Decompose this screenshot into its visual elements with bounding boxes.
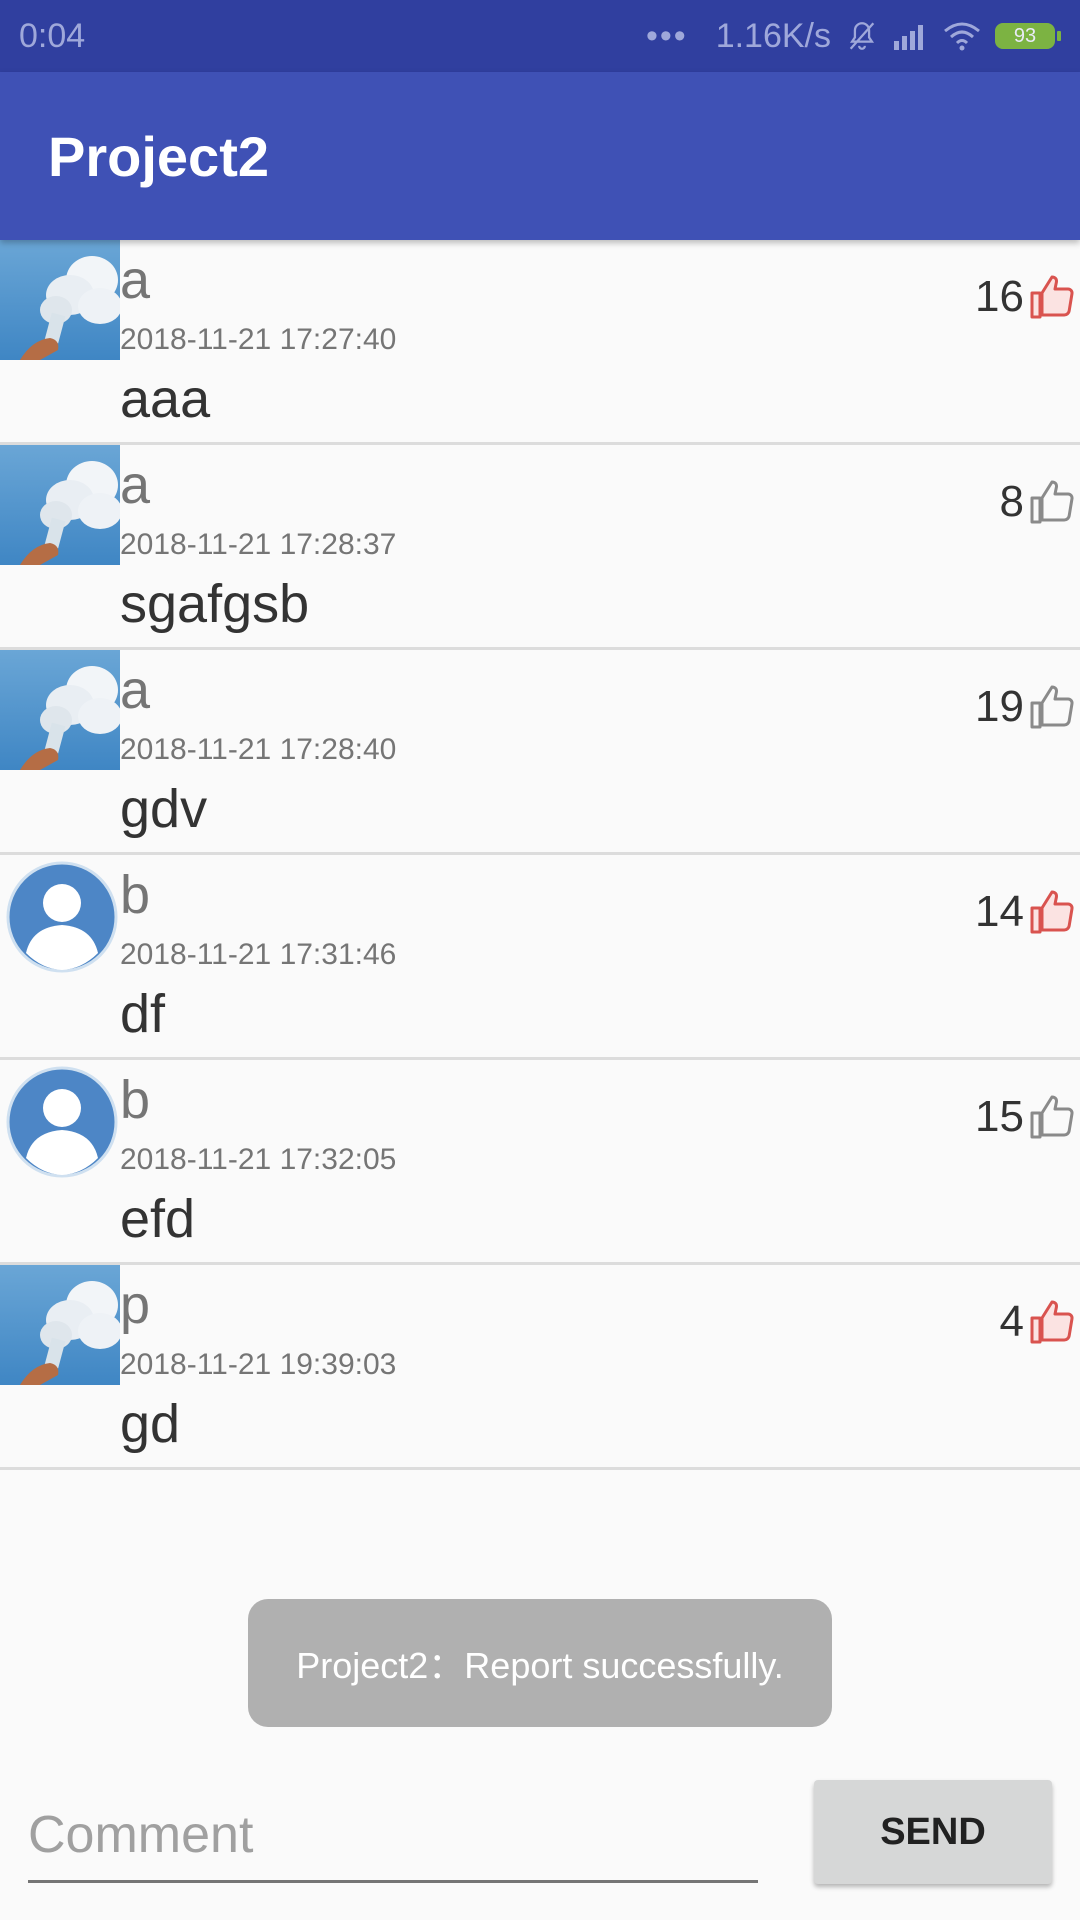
send-button[interactable]: SEND	[814, 1780, 1052, 1884]
wifi-icon	[943, 21, 981, 51]
avatar[interactable]	[0, 650, 120, 770]
app-bar: Project2	[0, 72, 1080, 240]
comment-timestamp: 2018-11-21 17:28:40	[120, 733, 397, 766]
status-time: 0:04	[19, 16, 86, 55]
status-icons: ••• 1.16K/s 93	[646, 17, 1061, 56]
battery-icon: 93	[995, 23, 1061, 49]
comment-text: gd	[120, 1394, 181, 1454]
signal-icon	[893, 21, 929, 51]
like-control[interactable]: 16	[975, 272, 1076, 322]
comment-text: gdv	[120, 779, 208, 839]
like-count: 19	[975, 682, 1024, 731]
comment-text: sgafgsb	[120, 574, 310, 634]
comment-timestamp: 2018-11-21 17:31:46	[120, 938, 397, 971]
avatar[interactable]	[0, 1060, 120, 1180]
mute-bell-icon	[845, 19, 879, 53]
thumbs-up-outline-icon[interactable]	[1028, 683, 1076, 731]
comment-timestamp: 2018-11-21 17:27:40	[120, 323, 397, 356]
comment-user: a	[120, 455, 151, 515]
toast-message: Project2：Report successfully.	[248, 1599, 832, 1727]
like-count: 4	[999, 1297, 1024, 1346]
like-control[interactable]: 19	[975, 682, 1076, 732]
status-bar: 0:04 ••• 1.16K/s 93	[0, 0, 1080, 72]
comment-timestamp: 2018-11-21 19:39:03	[120, 1348, 397, 1381]
comment-user: p	[120, 1275, 151, 1335]
thumbs-up-outline-icon[interactable]	[1028, 1093, 1076, 1141]
comment-user: b	[120, 1070, 151, 1130]
like-count: 8	[999, 477, 1024, 526]
comment-item[interactable]: a 2018-11-21 17:28:37 sgafgsb 8	[0, 445, 1080, 650]
like-control[interactable]: 8	[1000, 477, 1076, 527]
like-control[interactable]: 14	[975, 887, 1076, 937]
avatar[interactable]	[0, 240, 120, 360]
avatar[interactable]	[0, 445, 120, 565]
comment-item[interactable]: p 2018-11-21 19:39:03 gd 4	[0, 1265, 1080, 1470]
app-title: Project2	[48, 124, 269, 188]
like-count: 16	[975, 272, 1024, 321]
comment-text: df	[120, 984, 166, 1044]
battery-level: 93	[995, 23, 1055, 49]
thumbs-up-filled-icon[interactable]	[1028, 273, 1076, 321]
comment-text: aaa	[120, 369, 211, 429]
avatar[interactable]	[0, 1265, 120, 1385]
comment-text: efd	[120, 1189, 196, 1249]
comment-user: a	[120, 660, 151, 720]
more-dots: •••	[645, 16, 688, 55]
network-speed: 1.16K/s	[715, 16, 831, 55]
thumbs-up-filled-icon[interactable]	[1028, 888, 1076, 936]
comment-user: a	[120, 250, 151, 310]
comment-user: b	[120, 865, 151, 925]
like-control[interactable]: 4	[1000, 1297, 1076, 1347]
comment-list: a 2018-11-21 17:27:40 aaa 16 a 2018-11-21 17:…	[0, 240, 1080, 1470]
like-count: 15	[975, 1092, 1024, 1141]
like-count: 14	[975, 887, 1024, 936]
like-control[interactable]: 15	[975, 1092, 1076, 1142]
avatar[interactable]	[0, 855, 120, 975]
comment-input[interactable]	[28, 1790, 758, 1883]
comment-item[interactable]: a 2018-11-21 17:27:40 aaa 16	[0, 240, 1080, 445]
comment-timestamp: 2018-11-21 17:28:37	[120, 528, 397, 561]
thumbs-up-outline-icon[interactable]	[1028, 478, 1076, 526]
comment-item[interactable]: b 2018-11-21 17:31:46 df 14	[0, 855, 1080, 1060]
comment-item[interactable]: a 2018-11-21 17:28:40 gdv 19	[0, 650, 1080, 855]
comment-timestamp: 2018-11-21 17:32:05	[120, 1143, 397, 1176]
comment-item[interactable]: b 2018-11-21 17:32:05 efd 15	[0, 1060, 1080, 1265]
thumbs-up-filled-icon[interactable]	[1028, 1298, 1076, 1346]
